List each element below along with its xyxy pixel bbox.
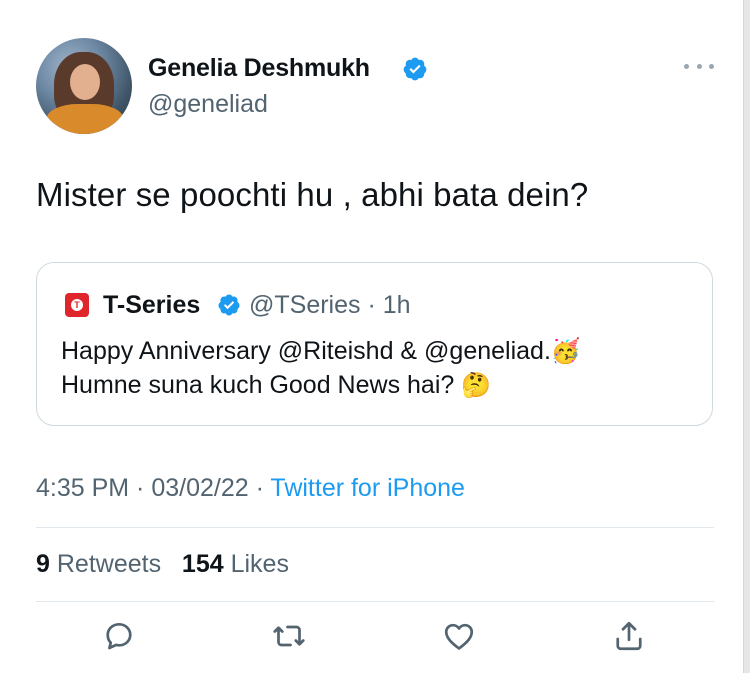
tseries-logo-icon: T <box>65 293 89 317</box>
quoted-age: 1h <box>382 291 411 319</box>
quoted-text-line-2: Humne suna kuch Good News hai? 🤔 <box>61 371 491 400</box>
quoted-handle: @TSeries <box>249 291 361 319</box>
divider <box>36 601 714 602</box>
tweet-stats: 9 Retweets 154 Likes <box>36 550 289 579</box>
quoted-tweet-card[interactable]: T T-Series @TSeries · 1h Happy Anniversa… <box>36 262 713 426</box>
avatar-face <box>70 64 100 100</box>
like-button[interactable] <box>441 618 477 659</box>
retweet-icon <box>273 625 305 647</box>
separator-dot: · <box>248 474 271 502</box>
quoted-verified-badge-icon <box>218 294 240 316</box>
screen-edge <box>744 0 750 673</box>
retweets-label: Retweets <box>56 550 162 578</box>
reply-icon <box>106 622 132 650</box>
avatar-shirt <box>46 104 124 134</box>
separator-dot: · <box>360 291 383 319</box>
thinking-face-emoji: 🤔 <box>461 371 492 399</box>
retweets-count: 9 <box>36 550 50 578</box>
quoted-text-1: Happy Anniversary @Riteishd & @geneliad. <box>61 337 551 365</box>
party-face-emoji: 🥳 <box>550 337 581 365</box>
tweet-time: 4:35 PM <box>36 474 130 502</box>
avatar[interactable] <box>36 38 132 134</box>
quoted-handle-and-age: @TSeries · 1h <box>249 291 411 320</box>
quoted-text-2: Humne suna kuch Good News hai? <box>61 371 455 399</box>
verified-badge-icon <box>403 57 427 81</box>
author-handle[interactable]: @geneliad <box>148 90 268 119</box>
reply-button[interactable] <box>101 618 137 659</box>
likes-stat[interactable]: 154 Likes <box>182 550 289 578</box>
tweet-source-link[interactable]: Twitter for iPhone <box>270 474 465 502</box>
tweet-text: Mister se poochti hu , abhi bata dein? <box>36 176 589 213</box>
like-icon <box>444 623 474 650</box>
tweet-meta: 4:35 PM · 03/02/22 · Twitter for iPhone <box>36 474 465 503</box>
quoted-author-name: T-Series <box>103 291 201 319</box>
separator-dot: · <box>129 474 152 502</box>
author-name[interactable]: Genelia Deshmukh <box>148 54 370 83</box>
more-options-icon[interactable] <box>684 58 714 74</box>
retweets-stat[interactable]: 9 Retweets <box>36 550 161 578</box>
likes-count: 154 <box>181 550 224 578</box>
likes-label: Likes <box>230 550 289 578</box>
share-button[interactable] <box>611 618 647 659</box>
tweet-date: 03/02/22 <box>151 474 249 502</box>
quoted-text-line-1: Happy Anniversary @Riteishd & @geneliad.… <box>61 337 581 366</box>
retweet-button[interactable] <box>271 618 307 659</box>
divider <box>36 527 714 528</box>
share-icon <box>616 621 642 651</box>
